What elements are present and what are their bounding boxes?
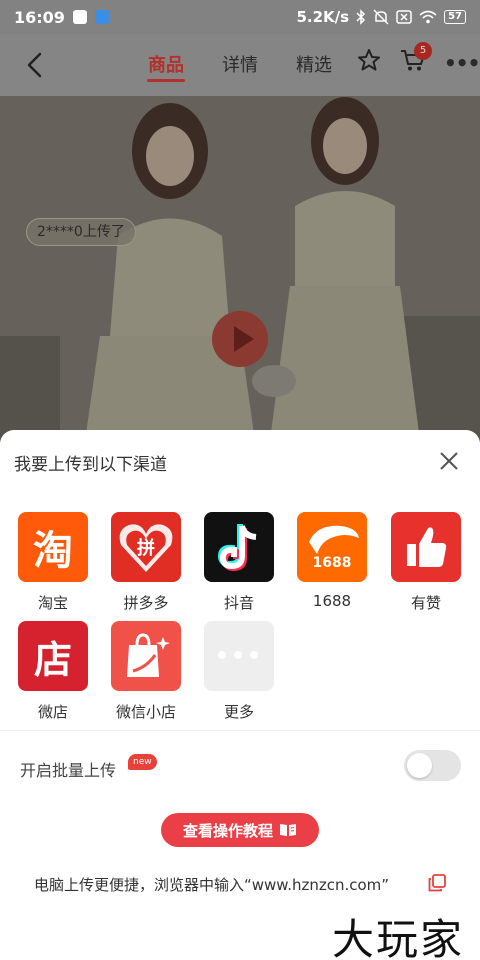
youzan-icon bbox=[391, 512, 461, 582]
channel-youzan[interactable]: 有赞 bbox=[381, 512, 471, 613]
channel-label: 微信小店 bbox=[115, 703, 176, 721]
batch-upload-label: 开启批量上传 bbox=[20, 761, 117, 780]
channel-label: 更多 bbox=[223, 703, 254, 721]
mute-icon bbox=[373, 9, 389, 25]
book-icon bbox=[280, 824, 296, 836]
copy-icon[interactable] bbox=[428, 874, 446, 892]
pinduoduo-icon: 拼 bbox=[111, 512, 181, 582]
upload-channel-sheet: 我要上传到以下渠道 淘 淘宝 拼 拼多多 抖音 1688 1688 有赞 店 微… bbox=[0, 430, 480, 960]
channel-wechat-shop[interactable]: 微信小店 bbox=[101, 621, 191, 722]
play-video-icon[interactable] bbox=[212, 311, 268, 367]
bluetooth-icon bbox=[356, 9, 366, 25]
tab-product[interactable]: 商品 bbox=[148, 51, 184, 77]
favorite-star-icon[interactable] bbox=[357, 48, 381, 72]
taobao-glyph: 淘 bbox=[33, 528, 73, 574]
more-dots-glyph: ••• bbox=[214, 643, 264, 669]
taobao-icon: 淘 bbox=[18, 512, 88, 582]
active-tab-indicator bbox=[147, 79, 185, 82]
channel-taobao[interactable]: 淘 淘宝 bbox=[8, 512, 98, 613]
cloud-notification-icon bbox=[94, 10, 109, 24]
watermark-logo: 大玩家 bbox=[332, 915, 465, 960]
douyin-icon bbox=[204, 512, 274, 582]
product-image[interactable]: 2****0上传了 bbox=[0, 96, 480, 441]
product-photo bbox=[0, 96, 480, 441]
weidian-glyph: 店 bbox=[33, 637, 72, 682]
back-arrow-icon[interactable] bbox=[22, 50, 50, 80]
channel-label: 1688 bbox=[312, 592, 352, 610]
sheet-title: 我要上传到以下渠道 bbox=[14, 455, 167, 475]
tab-details[interactable]: 详情 bbox=[222, 51, 258, 77]
shopping-bag-icon bbox=[127, 633, 170, 677]
channel-label: 淘宝 bbox=[37, 594, 68, 612]
channel-label: 抖音 bbox=[223, 594, 254, 612]
top-navbar: 商品 详情 精选 5 ••• bbox=[0, 34, 480, 96]
channel-weidian[interactable]: 店 微店 bbox=[8, 621, 98, 722]
more-channels-icon: ••• bbox=[204, 621, 274, 691]
section-divider bbox=[0, 730, 480, 731]
channel-label: 微店 bbox=[37, 703, 68, 721]
1688-icon: 1688 bbox=[297, 512, 367, 582]
channel-label: 拼多多 bbox=[123, 594, 169, 612]
channel-douyin[interactable]: 抖音 bbox=[194, 512, 284, 613]
toggle-knob bbox=[407, 753, 432, 778]
tab-featured[interactable]: 精选 bbox=[296, 51, 332, 77]
view-tutorial-button[interactable]: 查看操作教程 bbox=[161, 813, 319, 847]
batch-upload-toggle[interactable] bbox=[404, 750, 461, 781]
douyin-note bbox=[217, 524, 257, 572]
wifi-icon bbox=[419, 10, 437, 24]
cart-count-badge: 5 bbox=[414, 42, 432, 60]
status-time: 16:09 bbox=[14, 7, 65, 27]
channel-1688[interactable]: 1688 1688 bbox=[287, 512, 377, 610]
more-options-icon[interactable]: ••• bbox=[444, 51, 480, 75]
pc-upload-tip: 电脑上传更便捷，浏览器中输入“www.hznzcn.com” bbox=[34, 876, 390, 894]
pinduoduo-glyph: 拼 bbox=[137, 538, 155, 559]
thumbs-up-icon bbox=[407, 527, 447, 567]
1688-glyph: 1688 bbox=[312, 555, 352, 571]
new-badge: new bbox=[128, 754, 157, 770]
battery-icon: 57 bbox=[444, 10, 466, 24]
app-notification-icon bbox=[72, 10, 87, 24]
close-icon[interactable] bbox=[438, 450, 460, 472]
tutorial-button-label: 查看操作教程 bbox=[182, 821, 273, 840]
channel-label: 有赞 bbox=[410, 594, 441, 612]
network-speed: 5.2K/s bbox=[296, 8, 350, 26]
sim-off-icon bbox=[396, 10, 412, 24]
channel-more[interactable]: ••• 更多 bbox=[194, 621, 284, 722]
weidian-icon: 店 bbox=[18, 621, 88, 691]
upload-activity-tag: 2****0上传了 bbox=[26, 218, 136, 246]
channel-pinduoduo[interactable]: 拼 拼多多 bbox=[101, 512, 191, 613]
wechat-shop-icon bbox=[111, 621, 181, 691]
status-bar: 16:09 5.2K/s 57 bbox=[0, 0, 480, 34]
